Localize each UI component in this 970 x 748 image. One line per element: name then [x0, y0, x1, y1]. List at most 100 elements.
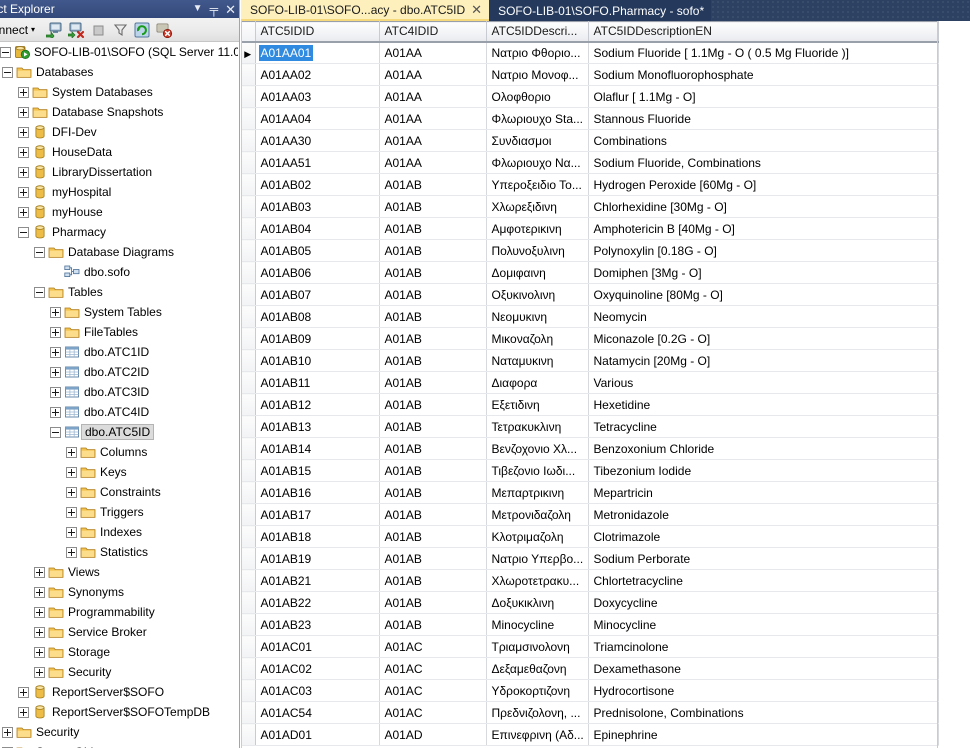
cell-atc5idid[interactable]: A01AC03: [255, 679, 380, 702]
tree-node-columns[interactable]: Columns: [0, 442, 238, 462]
row-header-cell[interactable]: [241, 195, 256, 218]
grid-body[interactable]: ▶ A01AA01 A01AA Νατριο Φθοριο... Sodium Fluo…: [241, 41, 939, 746]
table-row[interactable]: A01AB10 A01AB Ναταμυκινη Natamycin [20Mg - …: [241, 349, 939, 372]
cell-atc5iddescription[interactable]: Νατριο Υπερβο...: [486, 547, 589, 570]
table-row[interactable]: A01AC54 A01AC Πρεδνιζολονη, ... Prednisolon…: [241, 701, 939, 724]
cell-atc4idid[interactable]: A01AA: [379, 63, 487, 86]
cell-atc5iddescriptionen[interactable]: Chlorhexidine [30Mg - O]: [588, 195, 939, 218]
row-header-cell[interactable]: [241, 305, 256, 328]
cell-atc5iddescription[interactable]: Ολοφθοριο: [486, 85, 589, 108]
expand-icon[interactable]: [50, 386, 61, 398]
table-row[interactable]: ▶ A01AA01 A01AA Νατριο Φθοριο... Sodium Fluo…: [241, 41, 939, 64]
table-row[interactable]: A01AB04 A01AB Αμφοτερικινη Amphotericin B […: [241, 217, 939, 240]
column-header-atc5iddescription[interactable]: ATC5IDDescri...: [486, 21, 589, 43]
column-header-atc5idid[interactable]: ATC5IDID: [255, 21, 380, 43]
cell-atc5iddescription[interactable]: Υδροκορτιζονη: [486, 679, 589, 702]
tab-pharmacy-diagram[interactable]: SOFO-LIB-01\SOFO.Pharmacy - sofo*: [489, 0, 712, 21]
cell-atc4idid[interactable]: A01AB: [379, 437, 487, 460]
cell-atc5idid[interactable]: A01AB13: [255, 415, 380, 438]
cell-atc4idid[interactable]: A01AB: [379, 525, 487, 548]
tree-node-librarydissertation[interactable]: LibraryDissertation: [0, 162, 238, 182]
row-header-cell[interactable]: [241, 349, 256, 372]
tree-node-system-databases[interactable]: System Databases: [0, 82, 238, 102]
row-header-cell[interactable]: [241, 85, 256, 108]
table-row[interactable]: A01AC03 A01AC Υδροκορτιζονη Hydrocortisone: [241, 679, 939, 702]
table-row[interactable]: A01AB16 A01AB Μεπαρτρικινη Mepartricin: [241, 481, 939, 504]
row-header-cell[interactable]: [241, 261, 256, 284]
cell-atc5iddescriptionen[interactable]: Tibezonium Iodide: [588, 459, 939, 482]
expand-icon[interactable]: [66, 546, 77, 558]
tree-node-system-tables[interactable]: System Tables: [0, 302, 238, 322]
cell-atc5idid[interactable]: A01AB08: [255, 305, 380, 328]
table-row[interactable]: A01AA02 A01AA Νατριο Μονοφ... Sodium Monofl…: [241, 63, 939, 86]
expand-icon[interactable]: [50, 406, 61, 418]
cell-atc4idid[interactable]: A01AB: [379, 459, 487, 482]
collapse-icon[interactable]: [34, 286, 45, 298]
tree-node-dbo-sofo[interactable]: dbo.sofo: [0, 262, 238, 282]
expand-icon[interactable]: [18, 186, 29, 198]
expand-icon[interactable]: [18, 126, 29, 138]
expand-icon[interactable]: [18, 166, 29, 178]
table-row[interactable]: A01AB05 A01AB Πολυνοξυλινη Polynoxylin [0.1…: [241, 239, 939, 262]
cell-atc4idid[interactable]: A01AC: [379, 657, 487, 680]
cell-atc5iddescription[interactable]: Τιβεζονιο Ιωδι...: [486, 459, 589, 482]
tree-node-tables[interactable]: Tables: [0, 282, 238, 302]
table-row[interactable]: A01AB17 A01AB Μετρονιδαζολη Metronidazole: [241, 503, 939, 526]
expand-icon[interactable]: [2, 726, 13, 738]
expand-icon[interactable]: [18, 146, 29, 158]
tree-node-views[interactable]: Views: [0, 562, 238, 582]
table-row[interactable]: A01AB15 A01AB Τιβεζονιο Ιωδι... Tibezonium …: [241, 459, 939, 482]
cell-atc5idid[interactable]: A01AA03: [255, 85, 380, 108]
expand-icon[interactable]: [34, 666, 45, 678]
cell-atc5iddescriptionen[interactable]: Neomycin: [588, 305, 939, 328]
table-row[interactable]: A01AB21 A01AB Χλωροτετρακυ... Chlortetracyc…: [241, 569, 939, 592]
row-header-cell[interactable]: [241, 371, 256, 394]
cell-atc5iddescription[interactable]: Ναταμυκινη: [486, 349, 589, 372]
expand-icon[interactable]: [18, 106, 29, 118]
cell-atc5idid[interactable]: A01AB10: [255, 349, 380, 372]
cell-atc5idid[interactable]: A01AB21: [255, 569, 380, 592]
cell-atc4idid[interactable]: A01AB: [379, 547, 487, 570]
row-header-cell[interactable]: [241, 701, 256, 724]
tree-node-dbo-atc5id[interactable]: dbo.ATC5ID: [0, 422, 238, 442]
row-header-cell[interactable]: ▶: [241, 41, 256, 64]
cell-atc5iddescriptionen[interactable]: Hexetidine: [588, 393, 939, 416]
row-header-cell[interactable]: [241, 173, 256, 196]
tree-node-pharmacy[interactable]: Pharmacy: [0, 222, 238, 242]
tree-node-database-diagrams[interactable]: Database Diagrams: [0, 242, 238, 262]
cell-atc4idid[interactable]: A01AC: [379, 679, 487, 702]
cell-atc5iddescription[interactable]: Υπεροξειδιο Το...: [486, 173, 589, 196]
cell-atc5iddescription[interactable]: Minocycline: [486, 613, 589, 636]
tab-atc5id-table-editor[interactable]: SOFO-LIB-01\SOFO...acy - dbo.ATC5ID ✕: [241, 0, 490, 21]
cell-atc5iddescription[interactable]: Διαφορα: [486, 371, 589, 394]
cell-atc5iddescriptionen[interactable]: Epinephrine: [588, 723, 939, 746]
cell-atc5iddescription[interactable]: Κλοτριμαζολη: [486, 525, 589, 548]
cell-atc5iddescriptionen[interactable]: Tetracycline: [588, 415, 939, 438]
cell-atc5idid[interactable]: A01AA04: [255, 107, 380, 130]
tree-node-triggers[interactable]: Triggers: [0, 502, 238, 522]
column-header-atc4idid[interactable]: ATC4IDID: [379, 21, 487, 43]
table-row[interactable]: A01AA51 A01AA Φλωριουχο Να... Sodium Fluori…: [241, 151, 939, 174]
cell-atc5idid[interactable]: A01AB23: [255, 613, 380, 636]
cell-atc5idid[interactable]: A01AB18: [255, 525, 380, 548]
row-header-cell[interactable]: [241, 547, 256, 570]
collapse-icon[interactable]: [0, 46, 11, 58]
table-row[interactable]: A01AA30 A01AA Συνδιασμοι Combinations: [241, 129, 939, 152]
tree-node-dbo-atc3id[interactable]: dbo.ATC3ID: [0, 382, 238, 402]
cell-atc5idid[interactable]: A01AC54: [255, 701, 380, 724]
table-row[interactable]: A01AB23 A01AB Minocycline Minocycline: [241, 613, 939, 636]
table-row[interactable]: A01AC02 A01AC Δεξαμεθαζονη Dexamethasone: [241, 657, 939, 680]
cell-atc5iddescriptionen[interactable]: Mepartricin: [588, 481, 939, 504]
expand-icon[interactable]: [50, 306, 61, 318]
cell-atc5iddescriptionen[interactable]: Minocycline: [588, 613, 939, 636]
cell-atc4idid[interactable]: A01AA: [379, 107, 487, 130]
cell-atc4idid[interactable]: A01AB: [379, 327, 487, 350]
row-header-cell[interactable]: [241, 129, 256, 152]
tree-node-security[interactable]: Security: [0, 722, 238, 742]
refresh-icon[interactable]: [131, 20, 153, 40]
table-row[interactable]: A01AB13 A01AB Τετρακυκλινη Tetracycline: [241, 415, 939, 438]
cell-atc4idid[interactable]: A01AB: [379, 371, 487, 394]
tree-node-myhospital[interactable]: myHospital: [0, 182, 238, 202]
object-explorer-tree[interactable]: SOFO-LIB-01\SOFO (SQL Server 11.0.31 Data…: [0, 42, 238, 748]
cell-atc5iddescription[interactable]: Χλωροτετρακυ...: [486, 569, 589, 592]
